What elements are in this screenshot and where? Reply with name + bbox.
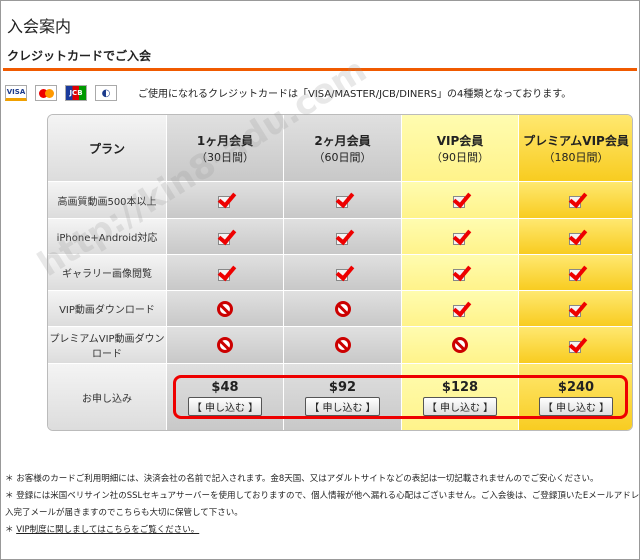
check-icon <box>567 192 585 208</box>
notes: ＊ お客様のカードご利用明細には、決済会社の名前で記入されます。金8天国、又はア… <box>5 471 639 539</box>
plan-price: $92 <box>328 379 357 395</box>
plan-period: （30日間） <box>196 150 254 164</box>
check-icon <box>567 301 585 317</box>
feature-cell <box>402 182 519 219</box>
header-plan: プラン <box>48 115 167 182</box>
plan-header: VIP会員 （90日間） <box>402 115 519 182</box>
feature-cell <box>167 182 284 219</box>
apply-cell: $128 【 申し込む 】 <box>402 364 519 430</box>
feature-cell <box>167 291 284 327</box>
prohibited-icon <box>334 300 351 317</box>
note-vip: ＊ VIP制度に関しましてはこちらをご覧ください。 <box>5 522 639 539</box>
plan-price: $128 <box>441 379 479 395</box>
feature-label: iPhone+Android対応 <box>48 219 167 255</box>
plan-period: （90日間） <box>431 150 489 164</box>
feature-cell <box>284 327 402 364</box>
feature-cell <box>167 255 284 291</box>
feature-cell <box>519 182 632 219</box>
plan-header: プレミアムVIP会員 （180日間） <box>519 115 632 182</box>
check-icon <box>451 265 469 281</box>
feature-cell <box>284 255 402 291</box>
check-icon <box>334 192 352 208</box>
note-ssl-cont: 入完了メールが届きますのでこちらも大切に保管して下さい。 <box>5 508 243 518</box>
plan-comparison-table: プラン 1ヶ月会員 （30日間） 2ヶ月会員 （60日間） VIP会員 （90日間） プレミア… <box>47 114 633 431</box>
feature-cell <box>519 255 632 291</box>
card-logos: VISA JCB ◐ <box>5 85 117 101</box>
plan-name: プレミアムVIP会員 <box>523 133 629 148</box>
plan-header: 1ヶ月会員 （30日間） <box>167 115 284 182</box>
feature-cell <box>284 219 402 255</box>
check-icon <box>451 192 469 208</box>
apply-cell: $92 【 申し込む 】 <box>284 364 402 430</box>
check-icon <box>216 265 234 281</box>
apply-cell: $240 【 申し込む 】 <box>519 364 632 430</box>
plan-name: VIP会員 <box>436 133 484 148</box>
check-icon <box>567 337 585 353</box>
mastercard-logo-icon <box>35 85 57 101</box>
feature-cell <box>519 291 632 327</box>
apply-button[interactable]: 【 申し込む 】 <box>187 396 263 416</box>
apply-button[interactable]: 【 申し込む 】 <box>305 396 380 416</box>
feature-label: VIP動画ダウンロード <box>48 291 167 327</box>
feature-cell <box>167 219 284 255</box>
feature-cell <box>519 327 632 364</box>
note-billing: ＊ お客様のカードご利用明細には、決済会社の名前で記入されます。金8天国、又はア… <box>5 474 599 484</box>
jcb-logo-icon: JCB <box>65 85 87 101</box>
plan-name: 2ヶ月会員 <box>314 133 371 148</box>
divider <box>3 68 637 71</box>
section-subtitle: クレジットカードでご入会 <box>7 49 152 63</box>
plan-header: 2ヶ月会員 （60日間） <box>284 115 402 182</box>
plan-period: （60日間） <box>313 150 372 164</box>
feature-cell <box>284 291 402 327</box>
card-info-text: ご使用になれるクレジットカードは「VISA/MASTER/JCB/DINERS」… <box>138 89 572 100</box>
prohibited-icon <box>217 300 233 317</box>
check-icon <box>216 192 234 208</box>
feature-cell <box>402 291 519 327</box>
feature-cell <box>402 255 519 291</box>
page-title: 入会案内 <box>7 17 72 36</box>
check-icon <box>334 265 352 281</box>
apply-button[interactable]: 【 申し込む 】 <box>538 396 614 416</box>
prohibited-icon <box>334 337 351 353</box>
feature-cell <box>402 219 519 255</box>
note-bullet: ＊ <box>5 525 17 535</box>
apply-button[interactable]: 【 申し込む 】 <box>422 396 498 416</box>
plan-price: $48 <box>211 379 239 395</box>
feature-cell <box>284 182 402 219</box>
check-icon <box>567 229 585 245</box>
plan-name: 1ヶ月会員 <box>196 133 254 148</box>
check-icon <box>451 301 469 317</box>
feature-label: 高画質動画500本以上 <box>48 182 167 219</box>
check-icon <box>451 229 469 245</box>
note-ssl: ＊ 登録には米国ベリサイン社のSSLセキュアサーバーを使用しておりますので、個人… <box>5 491 640 501</box>
check-icon <box>567 265 585 281</box>
feature-label: プレミアムVIP動画ダウンロード <box>48 327 167 364</box>
feature-cell <box>167 327 284 364</box>
apply-cell: $48 【 申し込む 】 <box>167 364 284 430</box>
feature-cell <box>402 327 519 364</box>
vip-info-link[interactable]: VIP制度に関しましてはこちらをご覧ください。 <box>16 525 199 535</box>
feature-label: ギャラリー画像閲覧 <box>48 255 167 291</box>
prohibited-icon <box>217 337 233 353</box>
plan-period: （180日間） <box>543 150 609 164</box>
visa-logo-icon: VISA <box>5 85 27 101</box>
feature-cell <box>519 219 632 255</box>
diners-logo-icon: ◐ <box>95 85 117 101</box>
check-icon <box>334 229 352 245</box>
check-icon <box>216 229 234 245</box>
prohibited-icon <box>452 337 468 353</box>
apply-row-label: お申し込み <box>48 364 167 430</box>
plan-price: $240 <box>557 379 595 395</box>
